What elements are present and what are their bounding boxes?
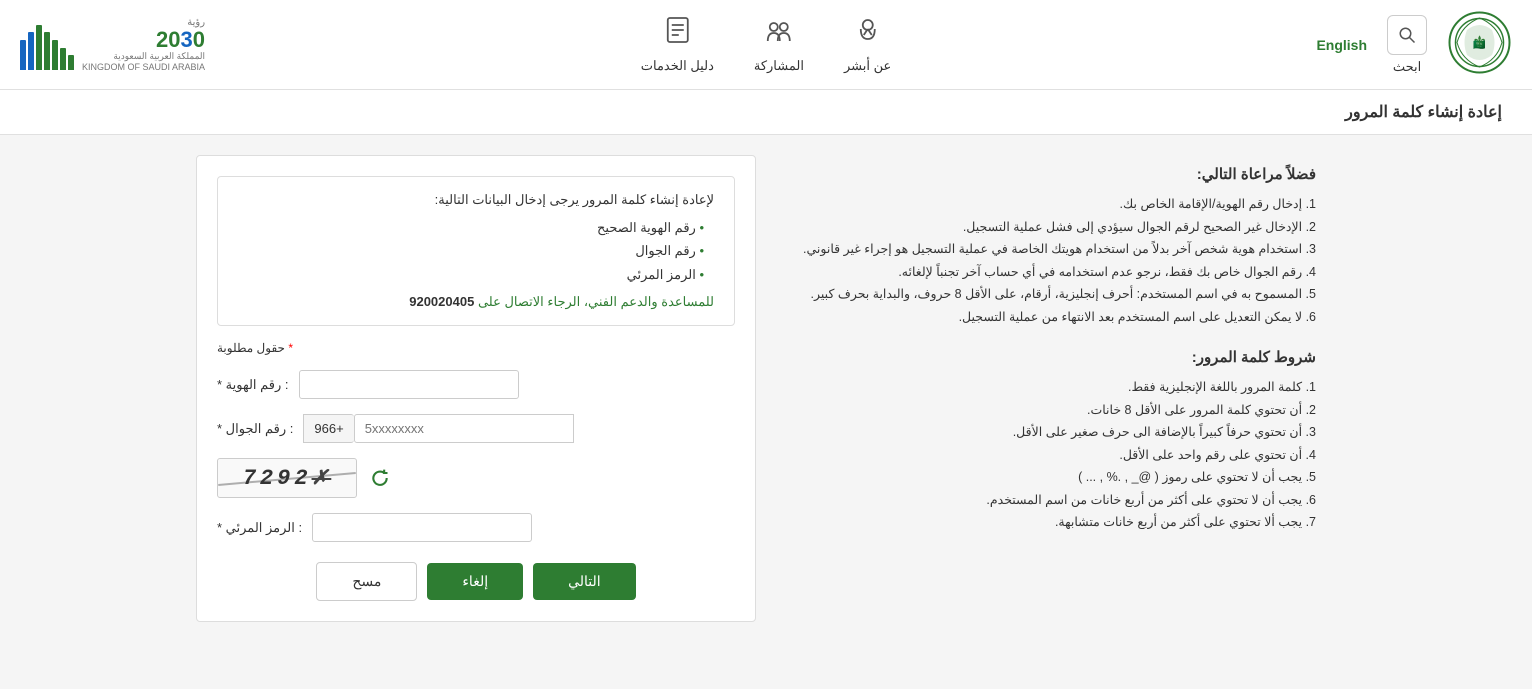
attention-item-3: 3. استخدام هوية شخص آخر بدلاً من استخدام… — [756, 238, 1316, 261]
attention-item-5: 5. المسموح به في اسم المستخدم: أحرف إنجل… — [756, 283, 1316, 306]
password-item-1: 1. كلمة المرور باللغة الإنجليزية فقط. — [756, 376, 1316, 399]
attention-item-1: 1. إدخال رقم الهوية/الإقامة الخاص بك. — [756, 193, 1316, 216]
info-item-1: رقم الهوية الصحيح — [238, 216, 704, 239]
info-item-3: الرمز المرئي — [238, 263, 704, 286]
nav-label-services: دليل الخدمات — [641, 58, 714, 74]
support-label: للمساعدة والدعم الفني، الرجاء الاتصال عل… — [478, 294, 714, 309]
form-panel: لإعادة إنشاء كلمة المرور يرجى إدخال البي… — [196, 155, 756, 622]
captcha-box: ✗7292 — [217, 458, 395, 498]
required-note: * حقول مطلوبة — [217, 341, 735, 355]
id-label-text: رقم الهوية * — [217, 377, 281, 392]
id-number-input[interactable] — [299, 370, 519, 399]
participation-icon — [764, 15, 794, 52]
services-guide-icon — [662, 15, 692, 52]
captcha-text: ✗7292 — [243, 465, 332, 491]
attention-item-4: 4. رقم الجوال خاص بك فقط، نرجو عدم استخد… — [756, 261, 1316, 284]
password-item-6: 6. يجب أن لا تحتوي على أكثر من أربع خانا… — [756, 489, 1316, 512]
clear-button[interactable]: مسح — [316, 562, 417, 601]
page-title: إعادة إنشاء كلمة المرور — [30, 102, 1502, 122]
search-icon — [1387, 15, 1427, 55]
main-content: فضلاً مراعاة التالي: 1. إدخال رقم الهوية… — [166, 135, 1366, 642]
mobile-row: +966 : رقم الجوال * — [217, 414, 735, 443]
search-area[interactable]: ابحث — [1387, 15, 1427, 75]
required-label: حقول مطلوبة — [217, 341, 285, 355]
support-line: للمساعدة والدعم الفني، الرجاء الاتصال عل… — [238, 294, 714, 310]
search-label: ابحث — [1393, 59, 1421, 75]
header: 🇸🇦 ⚜ ابحث English — [0, 0, 1532, 90]
nav-item-about[interactable]: عن أبشر — [844, 15, 891, 74]
nav-item-services[interactable]: دليل الخدمات — [641, 15, 714, 74]
attention-list: 1. إدخال رقم الهوية/الإقامة الخاص بك. 2.… — [756, 193, 1316, 328]
id-number-label: : رقم الهوية * — [217, 377, 289, 393]
password-item-3: 3. أن تحتوي حرفاً كبيراً بالإضافة الى حر… — [756, 421, 1316, 444]
password-item-2: 2. أن تحتوي كلمة المرور على الأقل 8 خانا… — [756, 399, 1316, 422]
mobile-label-text: رقم الجوال * — [217, 421, 286, 436]
attention-item-6: 6. لا يمكن التعديل على اسم المستخدم بعد … — [756, 306, 1316, 329]
password-title: شروط كلمة المرور: — [756, 348, 1316, 366]
header-center-nav: عن أبشر المشاركة — [641, 15, 891, 74]
required-star: * — [288, 341, 293, 355]
password-item-5: 5. يجب أن لا تحتوي على رموز ( @_ , .% , … — [756, 466, 1316, 489]
captcha-image: ✗7292 — [217, 458, 357, 498]
password-item-4: 4. أن تحتوي على رقم واحد على الأقل. — [756, 444, 1316, 467]
svg-text:⚜: ⚜ — [1472, 34, 1486, 51]
mobile-input[interactable] — [354, 414, 574, 443]
form-info-box: لإعادة إنشاء كلمة المرور يرجى إدخال البي… — [217, 176, 735, 326]
vision-bars-icon — [20, 20, 74, 70]
next-button[interactable]: التالي — [533, 563, 636, 600]
form-info-intro: لإعادة إنشاء كلمة المرور يرجى إدخال البي… — [238, 192, 714, 208]
logo: 🇸🇦 ⚜ — [1447, 10, 1512, 80]
instructions-panel: فضلاً مراعاة التالي: 1. إدخال رقم الهوية… — [756, 155, 1336, 622]
attention-item-2: 2. الإدخال غير الصحيح لرقم الجوال سيؤدي … — [756, 216, 1316, 239]
english-language-link[interactable]: English — [1316, 37, 1367, 53]
nav-label-participation: المشاركة — [754, 58, 804, 74]
nav-item-participation[interactable]: المشاركة — [754, 15, 804, 74]
vision-subtitle-en: KINGDOM OF SAUDI ARABIA — [82, 62, 205, 73]
id-number-row: : رقم الهوية * — [217, 370, 735, 399]
captcha-refresh-button[interactable] — [365, 463, 395, 493]
about-icon — [853, 15, 883, 52]
password-item-7: 7. يجب ألا تحتوي على أكثر من أربع خانات … — [756, 511, 1316, 534]
buttons-row: التالي إلغاء مسح — [217, 562, 735, 601]
header-right: 🇸🇦 ⚜ ابحث English — [1316, 10, 1512, 80]
country-code: +966 — [303, 414, 353, 443]
visual-code-input[interactable] — [312, 513, 532, 542]
page-title-bar: إعادة إنشاء كلمة المرور — [0, 90, 1532, 135]
mobile-input-group: +966 — [303, 414, 573, 443]
visual-code-label-text: الرمز المرئي * — [217, 520, 295, 535]
vision-numbers: 2030 — [82, 29, 205, 51]
captcha-row: ✗7292 — [217, 458, 735, 498]
password-list: 1. كلمة المرور باللغة الإنجليزية فقط. 2.… — [756, 376, 1316, 534]
attention-title: فضلاً مراعاة التالي: — [756, 165, 1316, 183]
support-number: 920020405 — [409, 294, 474, 309]
cancel-button[interactable]: إلغاء — [427, 563, 523, 600]
nav-label-about: عن أبشر — [844, 58, 891, 74]
header-left-vision: رؤية 2030 المملكة العربية السعودية KINGD… — [20, 17, 205, 73]
form-info-list: رقم الهوية الصحيح رقم الجوال الرمز المرئ… — [238, 216, 714, 286]
vision-2030-text: رؤية 2030 المملكة العربية السعودية KINGD… — [82, 17, 205, 73]
info-item-2: رقم الجوال — [238, 239, 704, 262]
visual-code-row: : الرمز المرئي * — [217, 513, 735, 542]
mobile-label: : رقم الجوال * — [217, 421, 293, 437]
visual-code-label: : الرمز المرئي * — [217, 520, 302, 536]
vision-subtitle: المملكة العربية السعودية — [82, 51, 205, 62]
